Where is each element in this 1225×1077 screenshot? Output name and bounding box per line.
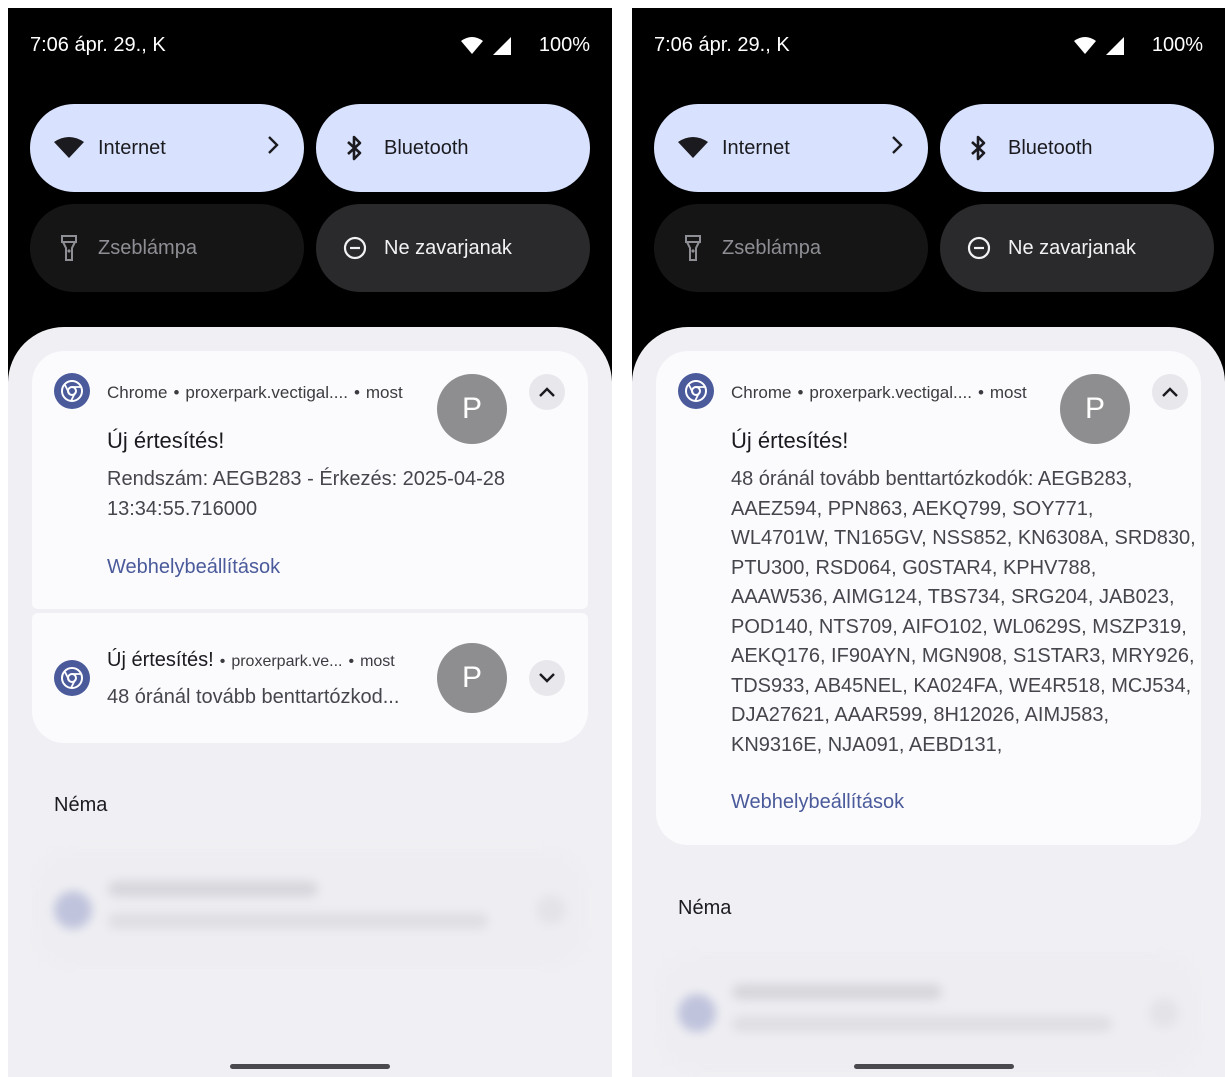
bluetooth-label: Bluetooth xyxy=(384,136,469,159)
expand-button[interactable] xyxy=(529,660,565,696)
signal-icon xyxy=(492,36,511,55)
notification-title: Új értesítés! xyxy=(107,649,214,671)
status-time: 7:06 ápr. 29., K xyxy=(654,34,790,56)
status-time: 7:06 ápr. 29., K xyxy=(30,34,166,56)
avatar: P xyxy=(437,374,507,444)
site-settings-link[interactable]: Webhelybeállítások xyxy=(107,556,280,579)
battery-percent: 100% xyxy=(1151,34,1203,56)
app-name: Chrome xyxy=(731,383,792,402)
wifi-icon xyxy=(678,133,708,163)
dnd-tile[interactable]: Ne zavarjanak xyxy=(316,204,590,292)
collapse-button[interactable] xyxy=(529,374,565,410)
signal-icon xyxy=(1105,36,1124,55)
status-bar: 7:06 ápr. 29., K 100% xyxy=(30,34,590,58)
flashlight-icon xyxy=(678,233,708,263)
site-name: proxerpark.ve... xyxy=(231,653,343,670)
wifi-icon xyxy=(54,133,84,163)
home-indicator[interactable] xyxy=(854,1064,1014,1069)
notification-body: Rendszám: AEGB283 - Érkezés: 2025-04-28 … xyxy=(107,468,505,520)
notification-time: most xyxy=(989,383,1027,402)
notification-header: Új értesítés! • proxerpark.ve... • most xyxy=(107,649,395,671)
notification-card-collapsed[interactable]: Új értesítés! • proxerpark.ve... • most 48 ó… xyxy=(32,613,588,743)
dnd-tile[interactable]: Ne zavarjanak xyxy=(940,204,1214,292)
chrome-icon xyxy=(678,373,714,409)
expand-less-icon xyxy=(1162,387,1178,397)
phone-screen-left: 7:06 ápr. 29., K 100% Internet Bluetooth… xyxy=(8,8,612,1077)
notification-card-expanded[interactable]: Chrome • proxerpark.vectigal.... • most P Új… xyxy=(656,351,1201,845)
avatar: P xyxy=(437,643,507,713)
silent-section-label: Néma xyxy=(678,897,732,919)
bluetooth-label: Bluetooth xyxy=(1008,136,1093,159)
battery-percent: 100% xyxy=(538,34,590,56)
notification-header: Chrome • proxerpark.vectigal.... • most xyxy=(107,383,403,402)
blurred-notification xyxy=(656,952,1201,1072)
notification-card-expanded[interactable]: Chrome • proxerpark.vectigal.... • most P Új… xyxy=(32,351,588,609)
flashlight-icon xyxy=(54,233,84,263)
notification-shade: Chrome • proxerpark.vectigal.... • most P Új… xyxy=(8,327,612,1077)
app-name: Chrome xyxy=(107,383,168,402)
site-name: proxerpark.vectigal.... xyxy=(185,383,348,402)
wifi-icon xyxy=(460,36,483,54)
expand-less-icon xyxy=(539,387,555,397)
status-bar: 7:06 ápr. 29., K 100% xyxy=(654,34,1203,58)
flashlight-label: Zseblámpa xyxy=(722,236,821,259)
notification-shade: Chrome • proxerpark.vectigal.... • most P Új… xyxy=(632,327,1225,1077)
collapse-button[interactable] xyxy=(1152,374,1188,410)
home-indicator[interactable] xyxy=(230,1064,390,1069)
chevron-right-icon xyxy=(268,136,279,154)
flashlight-label: Zseblámpa xyxy=(98,236,197,259)
internet-tile[interactable]: Internet xyxy=(30,104,304,192)
dnd-label: Ne zavarjanak xyxy=(1008,236,1136,259)
notification-preview: 48 óránál tovább benttartózkod... xyxy=(107,686,400,708)
notification-time: most xyxy=(360,653,395,670)
site-settings-link[interactable]: Webhelybeállítások xyxy=(731,791,904,814)
bluetooth-tile[interactable]: Bluetooth xyxy=(316,104,590,192)
bluetooth-icon xyxy=(964,133,994,163)
chevron-right-icon xyxy=(892,136,903,154)
notification-title: Új értesítés! xyxy=(731,428,849,453)
chrome-icon xyxy=(54,660,90,696)
site-name: proxerpark.vectigal.... xyxy=(809,383,972,402)
dnd-label: Ne zavarjanak xyxy=(384,236,512,259)
flashlight-tile[interactable]: Zseblámpa xyxy=(654,204,928,292)
expand-more-icon xyxy=(539,673,555,683)
avatar: P xyxy=(1060,374,1130,444)
notification-title: Új értesítés! xyxy=(107,428,225,453)
silent-section-label: Néma xyxy=(54,794,108,816)
wifi-icon xyxy=(1073,36,1096,54)
notification-header: Chrome • proxerpark.vectigal.... • most xyxy=(731,383,1027,402)
flashlight-tile[interactable]: Zseblámpa xyxy=(30,204,304,292)
internet-label: Internet xyxy=(98,136,166,159)
internet-tile[interactable]: Internet xyxy=(654,104,928,192)
notification-body: 48 óránál tovább benttartózkodók: AEGB28… xyxy=(731,468,1196,756)
bluetooth-icon xyxy=(340,133,370,163)
dnd-icon xyxy=(964,233,994,263)
internet-label: Internet xyxy=(722,136,790,159)
blurred-notification xyxy=(32,849,588,969)
dnd-icon xyxy=(340,233,370,263)
notification-time: most xyxy=(365,383,403,402)
chrome-icon xyxy=(54,373,90,409)
phone-screen-right: 7:06 ápr. 29., K 100% Internet Bluetooth… xyxy=(632,8,1225,1077)
bluetooth-tile[interactable]: Bluetooth xyxy=(940,104,1214,192)
